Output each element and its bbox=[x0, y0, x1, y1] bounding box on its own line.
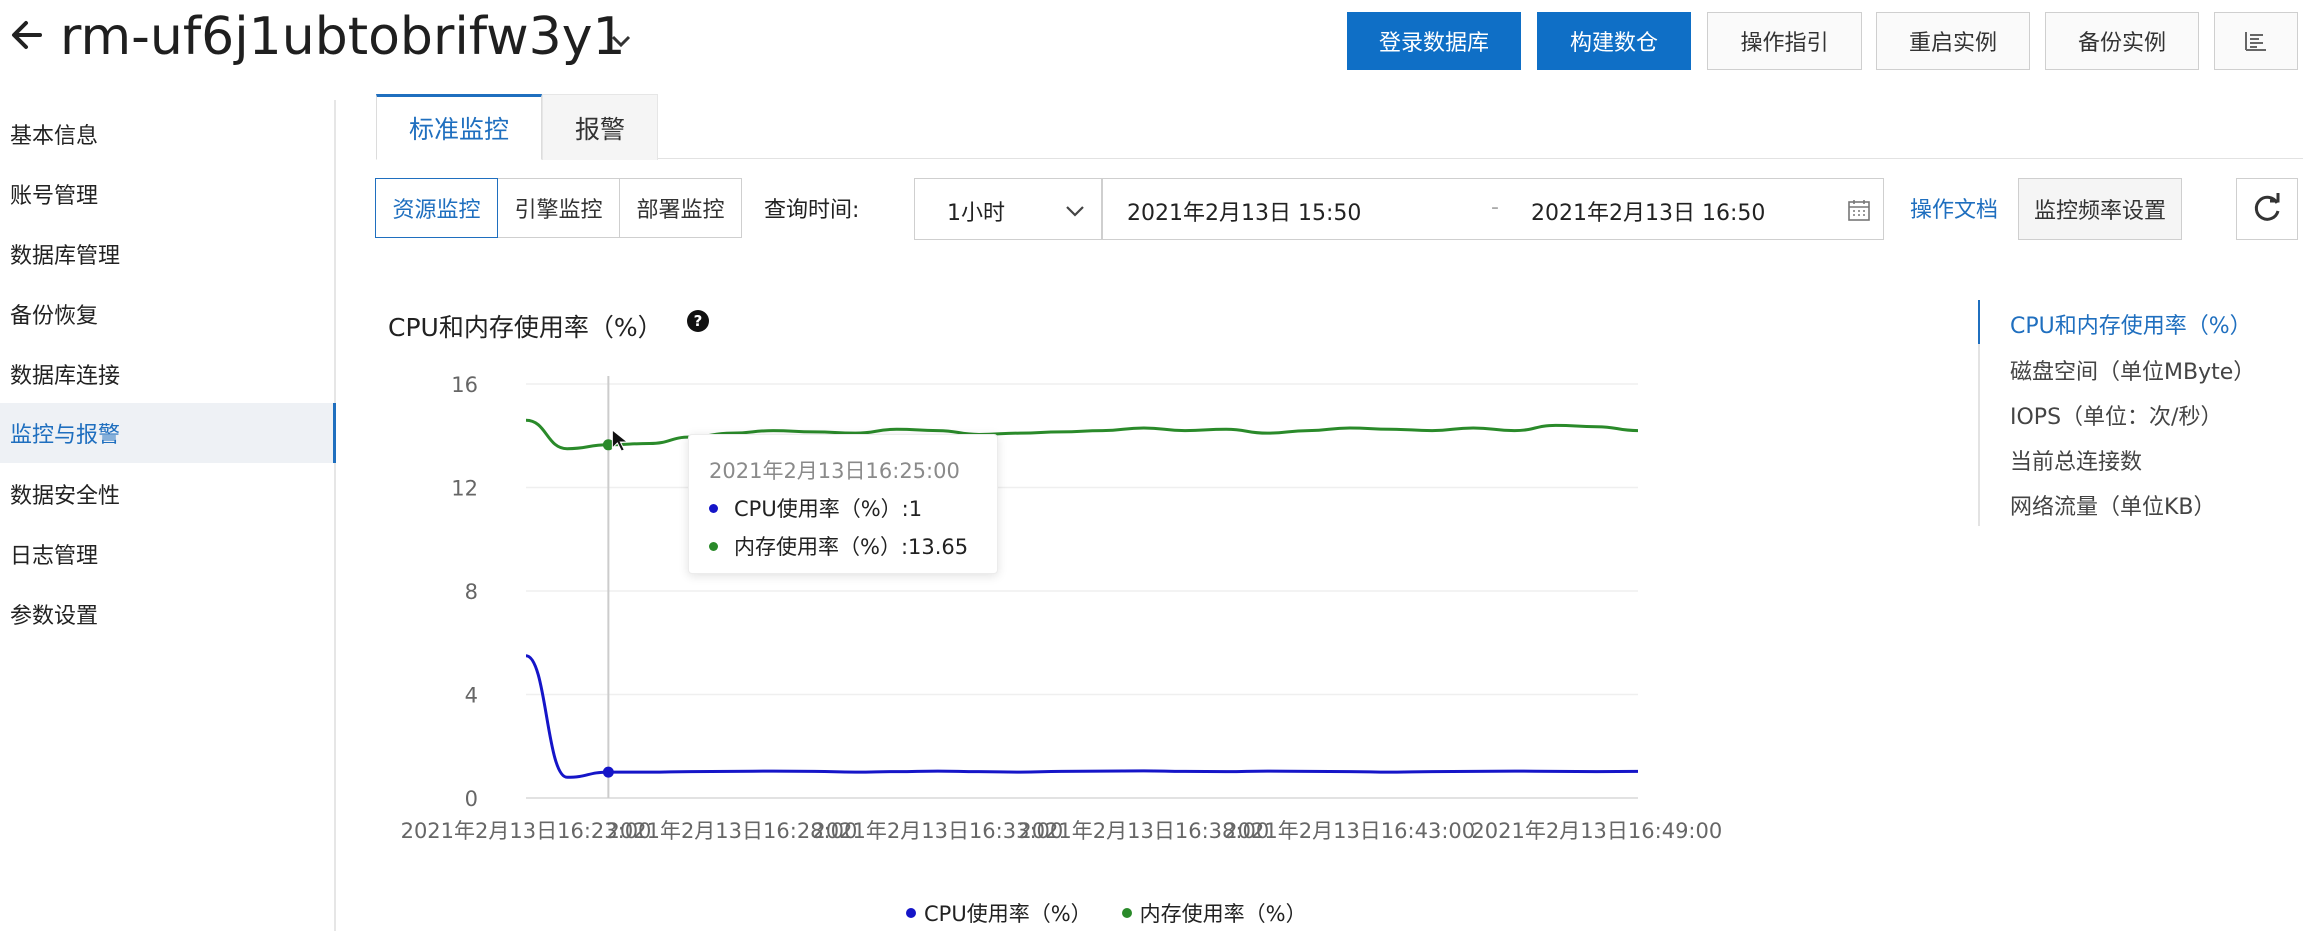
anchor-iops[interactable]: IOPS（单位：次/秒） bbox=[2010, 399, 2222, 431]
legend-item-cpu[interactable]: CPU使用率（%） bbox=[906, 898, 1092, 928]
x-tick-label: 2021年2月13日16:43:00 bbox=[1224, 819, 1475, 843]
sidebar-item-security[interactable]: 数据安全性 bbox=[0, 464, 336, 524]
date-start-field[interactable]: 2021年2月13日 15:50 bbox=[1127, 195, 1361, 227]
sidebar: 基本信息 账号管理 数据库管理 备份恢复 数据库连接 监控与报警 数据安全性 日… bbox=[0, 100, 336, 931]
x-tick-label: 2021年2月13日16:49:00 bbox=[1471, 819, 1722, 843]
legend-mem-label: 内存使用率（%） bbox=[1139, 902, 1307, 926]
tooltip-time: 2021年2月13日16:25:00 bbox=[709, 459, 960, 483]
sidebar-item-connection[interactable]: 数据库连接 bbox=[0, 344, 336, 404]
chart-title: CPU和内存使用率（%） bbox=[388, 313, 663, 342]
range-value: 1小时 bbox=[947, 201, 1005, 226]
y-tick-label: 12 bbox=[451, 477, 478, 501]
guide-button[interactable]: 操作指引 bbox=[1707, 12, 1862, 70]
sidebar-item-backup[interactable]: 备份恢复 bbox=[0, 284, 336, 344]
list-icon bbox=[2245, 32, 2266, 51]
backup-button[interactable]: 备份实例 bbox=[2045, 12, 2199, 70]
mem-legend-dot-icon bbox=[1121, 908, 1132, 918]
anchor-cpu-mem[interactable]: CPU和内存使用率（%） bbox=[2010, 308, 2252, 340]
tooltip-mem-row: 内存使用率（%）:13.65 bbox=[709, 531, 968, 561]
tab-standard-monitoring[interactable]: 标准监控 bbox=[376, 94, 542, 160]
chevron-down-icon[interactable] bbox=[606, 26, 636, 56]
doc-link[interactable]: 操作文档 bbox=[1910, 192, 1998, 224]
date-separator: - bbox=[1491, 195, 1499, 220]
restart-button[interactable]: 重启实例 bbox=[1876, 12, 2030, 70]
legend-cpu-label: CPU使用率（%） bbox=[924, 902, 1092, 926]
svg-text:?: ? bbox=[694, 312, 703, 330]
segment-deployment[interactable]: 部署监控 bbox=[619, 178, 742, 238]
tab-alarm[interactable]: 报警 bbox=[542, 94, 658, 160]
anchor-active-indicator bbox=[1978, 300, 1980, 344]
login-db-button[interactable]: 登录数据库 bbox=[1347, 12, 1521, 70]
tabs-divider bbox=[376, 158, 2303, 159]
chart-tooltip: 2021年2月13日16:25:00 CPU使用率（%）:1 内存使用率（%）:… bbox=[688, 434, 998, 574]
back-arrow-icon[interactable] bbox=[8, 14, 50, 56]
y-tick-label: 16 bbox=[451, 373, 478, 397]
tooltip-cpu: CPU使用率（%）:1 bbox=[734, 497, 923, 521]
tooltip-mem: 内存使用率（%）:13.65 bbox=[734, 535, 969, 559]
help-icon[interactable]: ? bbox=[686, 309, 710, 333]
frequency-settings-button[interactable]: 监控频率设置 bbox=[2018, 178, 2182, 240]
hover-point-cpu bbox=[602, 766, 614, 778]
anchor-connections[interactable]: 当前总连接数 bbox=[2010, 444, 2142, 476]
sidebar-item-accounts[interactable]: 账号管理 bbox=[0, 164, 336, 224]
series-line-cpu bbox=[525, 654, 1639, 779]
sidebar-item-logs[interactable]: 日志管理 bbox=[0, 524, 336, 584]
sidebar-item-parameters[interactable]: 参数设置 bbox=[0, 584, 336, 644]
legend-item-mem[interactable]: 内存使用率（%） bbox=[1121, 898, 1307, 928]
build-dw-button[interactable]: 构建数仓 bbox=[1537, 12, 1691, 70]
anchor-disk[interactable]: 磁盘空间（单位MByte） bbox=[2010, 354, 2255, 386]
instance-title: rm-uf6j1ubtobrifw3y1 bbox=[60, 7, 626, 67]
chevron-down-icon bbox=[1066, 206, 1084, 217]
line-chart: 04812162021年2月13日16:23:002021年2月13日16:28… bbox=[401, 373, 1723, 843]
tooltip-cpu-row: CPU使用率（%）:1 bbox=[709, 493, 922, 523]
range-select[interactable]: 1小时 bbox=[914, 178, 1102, 240]
y-tick-label: 4 bbox=[465, 684, 478, 708]
cpu-dot-icon bbox=[709, 503, 718, 513]
mouse-cursor-icon bbox=[611, 428, 629, 452]
cpu-legend-dot-icon bbox=[906, 908, 916, 918]
segment-engine[interactable]: 引擎监控 bbox=[497, 178, 620, 238]
sidebar-item-databases[interactable]: 数据库管理 bbox=[0, 224, 336, 284]
anchor-network[interactable]: 网络流量（单位KB） bbox=[2010, 489, 2216, 521]
segment-resource[interactable]: 资源监控 bbox=[375, 178, 498, 238]
date-range-picker[interactable]: 2021年2月13日 15:50 - 2021年2月13日 16:50 bbox=[1102, 178, 1884, 240]
query-time-label: 查询时间: bbox=[764, 198, 860, 223]
refresh-button[interactable] bbox=[2236, 178, 2298, 240]
chart-legend: CPU使用率（%） 内存使用率（%） bbox=[906, 898, 1337, 928]
y-tick-label: 0 bbox=[465, 787, 478, 811]
y-tick-label: 8 bbox=[465, 580, 478, 604]
refresh-icon bbox=[2254, 193, 2280, 221]
mem-dot-icon bbox=[709, 541, 718, 551]
calendar-icon[interactable] bbox=[1847, 198, 1871, 222]
sidebar-item-monitoring[interactable]: 监控与报警 bbox=[0, 403, 336, 463]
menu-button[interactable] bbox=[2214, 12, 2298, 70]
date-end-field[interactable]: 2021年2月13日 16:50 bbox=[1531, 195, 1765, 227]
sidebar-item-basic-info[interactable]: 基本信息 bbox=[0, 104, 336, 164]
